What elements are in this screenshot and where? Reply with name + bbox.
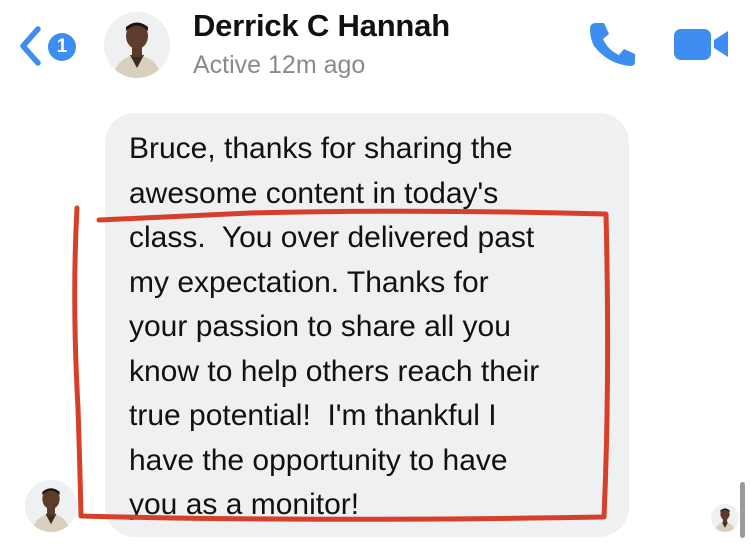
video-camera-icon [674, 29, 728, 60]
chat-header: 1 Derrick C Hannah Active 12m ago [0, 0, 750, 92]
person-photo-icon [25, 480, 77, 532]
contact-name[interactable]: Derrick C Hannah [193, 8, 450, 44]
video-call-button[interactable] [673, 24, 731, 64]
seen-receipt-avatar [711, 504, 739, 532]
contact-avatar[interactable] [104, 12, 170, 78]
person-photo-icon [711, 504, 739, 532]
person-photo-icon [104, 12, 170, 78]
sender-avatar[interactable] [25, 480, 77, 532]
phone-icon [590, 23, 635, 66]
message-text: Bruce, thanks for sharing the awesome co… [129, 132, 540, 521]
unread-count-badge: 1 [48, 33, 76, 61]
messenger-chat-screen: 1 Derrick C Hannah Active 12m ago Bruce,… [0, 0, 750, 555]
incoming-message-bubble[interactable]: Bruce, thanks for sharing the awesome co… [105, 113, 629, 537]
chevron-left-icon [20, 26, 41, 66]
active-status: Active 12m ago [193, 51, 366, 79]
audio-call-button[interactable] [586, 20, 638, 68]
scroll-indicator[interactable] [740, 482, 745, 538]
back-button[interactable]: 1 [14, 22, 84, 70]
